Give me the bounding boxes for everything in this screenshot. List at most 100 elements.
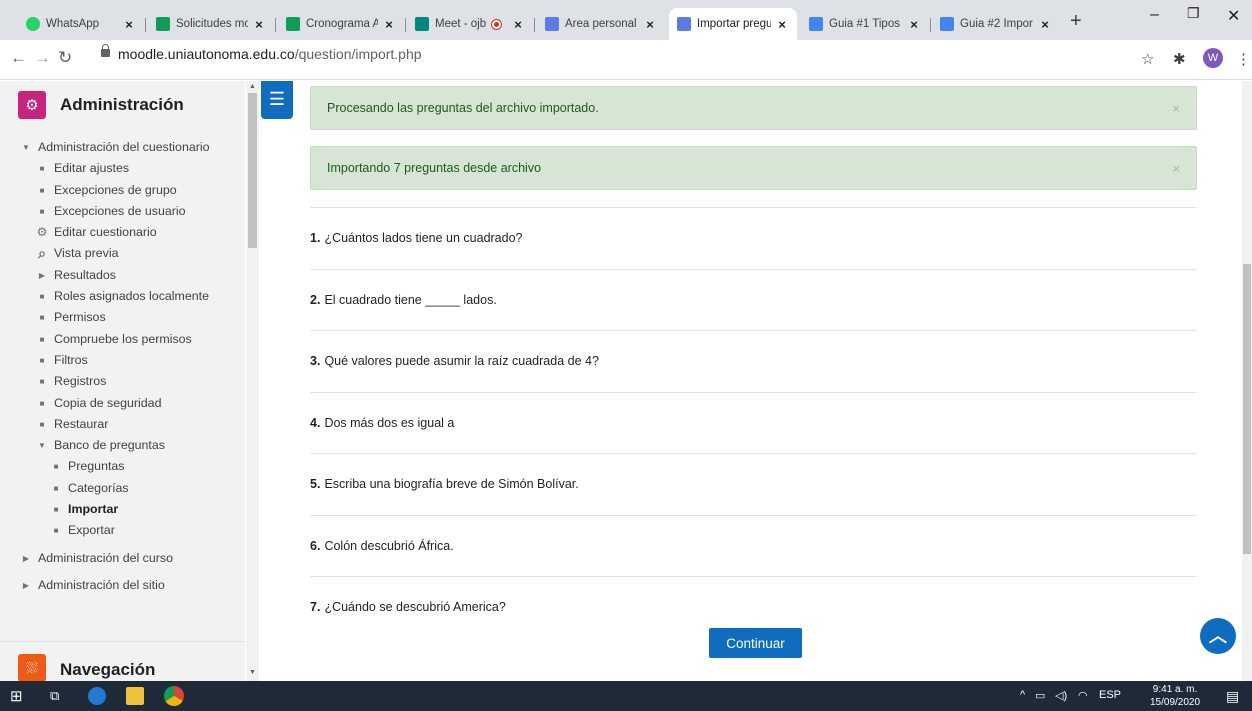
moodle-icon xyxy=(677,17,691,31)
chrome-icon[interactable] xyxy=(164,686,184,706)
sidebar-item-label: Preguntas xyxy=(68,459,125,474)
sidebar-item[interactable]: ■ Excepciones de grupo xyxy=(18,180,243,201)
battery-icon[interactable]: ▭ xyxy=(1035,689,1045,702)
sidebar-item-label: Administración del sitio xyxy=(38,577,165,592)
restore-button[interactable]: ❐ xyxy=(1187,5,1200,22)
back-icon[interactable]: ← xyxy=(10,48,27,68)
navigation-title[interactable]: Navegación xyxy=(60,660,155,680)
sidebar-item[interactable]: ■ Excepciones de usuario xyxy=(18,201,243,222)
minimize-button[interactable]: – xyxy=(1150,6,1159,24)
sheet-icon xyxy=(286,17,300,31)
language-indicator[interactable]: ESP xyxy=(1099,689,1121,701)
recording-icon xyxy=(492,19,501,29)
file-explorer-icon[interactable] xyxy=(126,687,144,705)
bullet-icon: ■ xyxy=(39,377,45,387)
close-tab-icon[interactable]: × xyxy=(775,17,789,32)
sidebar-item[interactable]: ■ Permisos xyxy=(18,307,243,328)
sidebar-item[interactable]: ⌕ Vista previa xyxy=(18,243,243,264)
question-number: 5. xyxy=(310,477,321,492)
sidebar-item[interactable]: ■ Categorías xyxy=(18,478,243,499)
question-number: 1. xyxy=(310,231,321,246)
close-tab-icon[interactable]: × xyxy=(511,17,525,32)
question-number: 2. xyxy=(310,292,321,307)
sidebar-item[interactable]: ■ Roles asignados localmente xyxy=(18,286,243,307)
tray-chevron-icon[interactable]: ^ xyxy=(1020,689,1025,701)
doc-icon xyxy=(940,17,954,31)
question-number: 6. xyxy=(310,538,321,553)
profile-avatar[interactable]: W xyxy=(1203,48,1223,68)
page-scrollbar[interactable] xyxy=(1242,81,1252,681)
sidebar-item[interactable]: ■ Filtros xyxy=(18,350,243,371)
close-tab-icon[interactable]: × xyxy=(907,17,921,32)
clock[interactable]: 9:41 a. m. 15/09/2020 xyxy=(1150,683,1200,709)
sidebar-item[interactable]: ■ Importar xyxy=(18,499,243,520)
clock-date: 15/09/2020 xyxy=(1150,697,1201,708)
browser-menu-icon[interactable]: ⋮ xyxy=(1236,50,1251,68)
forward-icon[interactable]: → xyxy=(34,48,51,68)
sidebar-item[interactable]: ▶ Resultados xyxy=(18,265,243,286)
browser-tab[interactable]: Guia #2 Impor × xyxy=(932,8,1060,40)
extensions-icon[interactable]: ✱ xyxy=(1173,50,1186,68)
sidebar-item[interactable]: ■ Registros xyxy=(18,371,243,392)
close-tab-icon[interactable]: × xyxy=(382,17,396,32)
sidebar-item[interactable]: ■ Compruebe los permisos xyxy=(18,329,243,350)
url-field[interactable]: moodle.uniautonoma.edu.co/question/impor… xyxy=(118,46,422,62)
scroll-up-arrow-icon[interactable]: ▲ xyxy=(249,83,256,90)
notifications-icon[interactable]: ▤ xyxy=(1226,688,1239,705)
sidebar-item[interactable]: ▶ Administración del curso xyxy=(18,548,243,569)
new-tab-button[interactable]: + xyxy=(1070,10,1082,33)
browser-tab[interactable]: Meet - ojb × xyxy=(407,8,533,40)
sidebar-item[interactable]: ■ Exportar xyxy=(18,520,243,541)
sidebar-item[interactable]: ▼ Banco de preguntas xyxy=(18,435,243,456)
gear-icon: ⚙ xyxy=(36,225,48,240)
sheet-icon xyxy=(156,17,170,31)
sidebar-item[interactable]: ■ Editar ajustes xyxy=(18,158,243,179)
back-to-top-button[interactable]: ︿ xyxy=(1200,618,1236,654)
question-row: 6. Colón descubrió África. xyxy=(310,514,1197,577)
edge-icon[interactable] xyxy=(88,687,106,705)
sidebar-scrollbar[interactable]: ▲ ▼ xyxy=(246,81,259,681)
sidebar-item[interactable]: ■ Restaurar xyxy=(18,414,243,435)
close-tab-icon[interactable]: × xyxy=(122,17,136,32)
clock-time: 9:41 a. m. xyxy=(1152,684,1198,695)
browser-tab[interactable]: Cronograma A × xyxy=(278,8,404,40)
task-view-icon[interactable]: ⧉ xyxy=(50,687,59,705)
browser-tab[interactable]: Área personal × xyxy=(537,8,665,40)
drawer-toggle-button[interactable]: ☰ xyxy=(261,81,293,119)
close-tab-icon[interactable]: × xyxy=(252,17,266,32)
close-icon[interactable]: × xyxy=(1172,101,1180,116)
success-alert: Importando 7 preguntas desde archivo × xyxy=(310,146,1197,190)
close-tab-icon[interactable]: × xyxy=(1038,17,1052,32)
sitemap-icon: ⛆ xyxy=(18,654,46,681)
sidebar-item[interactable]: ⚙ Editar cuestionario xyxy=(18,222,243,243)
browser-tab[interactable]: Importar pregu × xyxy=(669,8,797,40)
tab-title: WhatsApp xyxy=(46,18,100,30)
windows-start-icon[interactable]: ⊞ xyxy=(10,687,23,705)
browser-tab[interactable]: WhatsApp × xyxy=(18,8,144,40)
tab-separator xyxy=(275,18,276,32)
close-window-button[interactable]: ✕ xyxy=(1227,6,1240,26)
caret-right-icon: ▶ xyxy=(38,270,46,280)
meet-icon xyxy=(415,17,429,31)
close-tab-icon[interactable]: × xyxy=(643,17,657,32)
page-scroll-thumb[interactable] xyxy=(1243,264,1251,554)
browser-tab[interactable]: Guia #1 Tipos × xyxy=(801,8,929,40)
question-text: Colón descubrió África. xyxy=(324,538,454,553)
reload-icon[interactable]: ↻ xyxy=(58,48,72,68)
wifi-icon[interactable]: ◠ xyxy=(1078,689,1088,702)
volume-icon[interactable]: ◁) xyxy=(1055,689,1067,702)
scroll-down-arrow-icon[interactable]: ▼ xyxy=(249,669,256,676)
sidebar-scroll-thumb[interactable] xyxy=(248,93,257,248)
browser-tab[interactable]: Solicitudes mo × xyxy=(148,8,274,40)
close-icon[interactable]: × xyxy=(1172,161,1180,176)
sidebar-item[interactable]: ▼ Administración del cuestionario xyxy=(18,137,243,158)
caret-right-icon: ▶ xyxy=(22,580,30,590)
bullet-icon: ■ xyxy=(39,185,45,195)
bookmark-star-icon[interactable]: ☆ xyxy=(1141,50,1154,68)
continue-button[interactable]: Continuar xyxy=(709,628,802,658)
sidebar-item[interactable]: ■ Copia de seguridad xyxy=(18,393,243,414)
sidebar-item[interactable]: ▶ Administración del sitio xyxy=(18,575,243,596)
bullet-icon: ■ xyxy=(53,505,59,515)
bullet-icon: ■ xyxy=(39,164,45,174)
sidebar-item[interactable]: ■ Preguntas xyxy=(18,456,243,477)
